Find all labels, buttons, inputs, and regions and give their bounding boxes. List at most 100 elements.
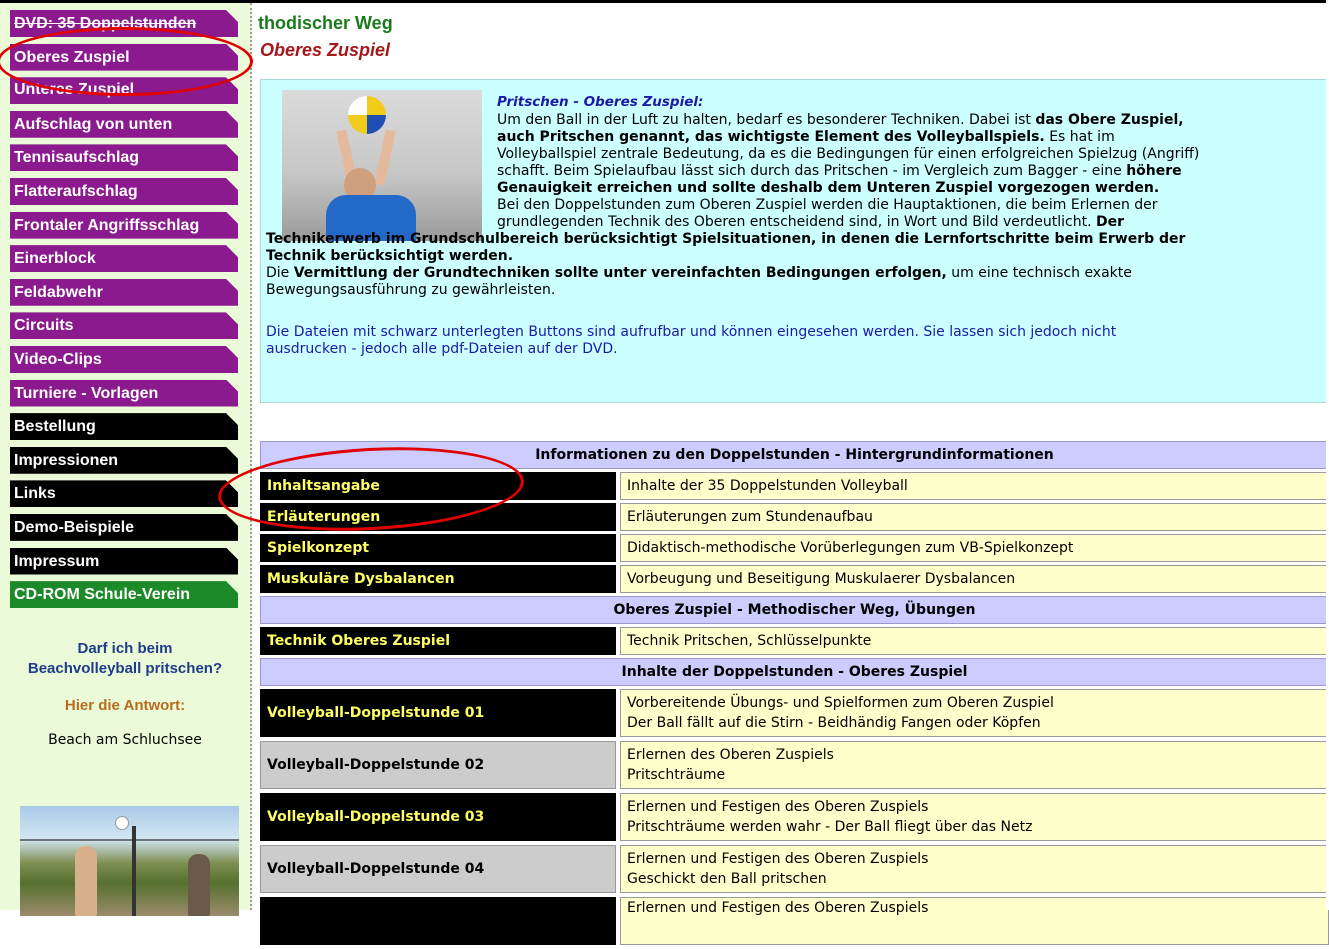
volleyball-shape xyxy=(348,96,386,134)
nav-item-aufschlag-von-unten[interactable]: Aufschlag von unten xyxy=(10,110,238,138)
nav-item-flatteraufschlag[interactable]: Flatteraufschlag xyxy=(10,177,238,205)
info-line: Bewegungsausführung zu gewährleisten. xyxy=(266,282,556,298)
table-row: Volleyball-Doppelstunde 01 Vorbereitende… xyxy=(260,689,1329,737)
table-cell-description: Erlernen und Festigen des Oberen Zuspiel… xyxy=(620,845,1329,893)
cell-text: Erlernen und Festigen des Oberen Zuspiel… xyxy=(627,900,929,916)
info-line: Technik berücksichtigt werden. xyxy=(266,248,513,265)
nav-item-tennisaufschlag[interactable]: Tennisaufschlag xyxy=(10,144,238,172)
table-row: Erlernen und Festigen des Oberen Zuspiel… xyxy=(260,897,1329,945)
net-shape xyxy=(20,839,239,841)
table-section-header: Inhalte der Doppelstunden - Oberes Zuspi… xyxy=(260,658,1329,686)
technik-oberes-zuspiel-button[interactable]: Technik Oberes Zuspiel xyxy=(260,627,616,655)
doppelstunde-02-button: Volleyball-Doppelstunde 02 xyxy=(260,741,616,789)
table-section-header: Informationen zu den Doppelstunden - Hin… xyxy=(260,441,1329,469)
cell-text: Pritschträume werden wahr - Der Ball fli… xyxy=(627,819,1033,835)
nav-item-bestellung[interactable]: Bestellung xyxy=(10,413,238,441)
player-shape xyxy=(188,854,210,916)
cell-text: Inhalte der 35 Doppelstunden Volleyball xyxy=(627,478,908,494)
nav-item-feldabwehr[interactable]: Feldabwehr xyxy=(10,278,238,306)
info-text: Die xyxy=(266,265,294,281)
info-line: Bei den Doppelstunden zum Oberen Zuspiel… xyxy=(497,197,1158,213)
muskulaere-dysbalancen-button[interactable]: Muskuläre Dysbalancen xyxy=(260,565,616,593)
cell-text: Der Ball fällt auf die Stirn - Beidhändi… xyxy=(627,715,1041,731)
nav-item-cd-rom-schule-verein[interactable]: CD-ROM Schule-Verein xyxy=(10,581,238,609)
table-cell-description: Inhalte der 35 Doppelstunden Volleyball xyxy=(620,472,1329,500)
nav-item-links[interactable]: Links xyxy=(10,480,238,508)
main-content: thodischer Weg Oberes Zuspiel Pritschen … xyxy=(258,0,1329,945)
table-row: Volleyball-Doppelstunde 03 Erlernen und … xyxy=(260,793,1329,841)
nav-item-frontaler-angriffsschlag[interactable]: Frontaler Angriffsschlag xyxy=(10,211,238,239)
info-line: Technikerwerb im Grundschulbereich berüc… xyxy=(266,231,1185,248)
nav-item-impressum[interactable]: Impressum xyxy=(10,547,238,575)
inhaltsangabe-button[interactable]: Inhaltsangabe xyxy=(260,472,616,500)
info-line: grundlegenden Technik des Oberen entsche… xyxy=(497,214,1124,231)
info-note: ausdrucken - jedoch alle pdf-Dateien auf… xyxy=(266,341,618,357)
table-cell-description: Vorbeugung und Beseitigung Muskulaerer D… xyxy=(620,565,1329,593)
cell-text: Didaktisch-methodische Vorüberlegungen z… xyxy=(627,540,1074,556)
table-row: Erläuterungen Erläuterungen zum Stundena… xyxy=(260,503,1329,531)
nav-item-demo-beispiele[interactable]: Demo-Beispiele xyxy=(10,513,238,541)
lesson-table: Informationen zu den Doppelstunden - Hin… xyxy=(260,441,1329,949)
info-note: Die Dateien mit schwarz unterlegten Butt… xyxy=(266,324,1117,340)
nav-item-video-clips[interactable]: Video-Clips xyxy=(10,345,238,373)
promo-answer-label: Hier die Antwort: xyxy=(64,697,186,714)
table-row: Volleyball-Doppelstunde 02 Erlernen des … xyxy=(260,741,1329,789)
info-text: schafft. Beim Spielaufbau lässt sich dur… xyxy=(497,163,1127,179)
nav-item-dvd-35-doppelstunden[interactable]: DVD: 35 Doppelstunden xyxy=(10,10,238,37)
cell-text: Technik Pritschen, Schlüsselpunkte xyxy=(627,633,872,649)
nav-list: DVD: 35 Doppelstunden Oberes Zuspiel Unter… xyxy=(0,10,250,615)
info-line: schafft. Beim Spielaufbau lässt sich dur… xyxy=(497,163,1182,180)
info-text: Um den Ball in der Luft zu halten, bedar… xyxy=(497,112,1036,128)
sidebar: DVD: 35 Doppelstunden Oberes Zuspiel Unter… xyxy=(0,3,252,910)
table-cell-description: Erlernen des Oberen Zuspiels Pritschträu… xyxy=(620,741,1329,789)
volleyball-player-photo xyxy=(282,90,482,241)
cell-text: Vorbeugung und Beseitigung Muskulaerer D… xyxy=(627,571,1016,587)
nav-item-unteres-zuspiel[interactable]: Unteres Zuspiel xyxy=(10,77,238,105)
player-shape xyxy=(75,846,97,916)
nav-item-turniere-vorlagen[interactable]: Turniere - Vorlagen xyxy=(10,379,238,407)
table-cell-description: Erlernen und Festigen des Oberen Zuspiel… xyxy=(620,897,1329,945)
info-text: grundlegenden Technik des Oberen entsche… xyxy=(497,214,1097,230)
info-bold-text: Genauigkeit erreichen und sollte deshalb… xyxy=(497,180,1160,196)
table-row: Inhaltsangabe Inhalte der 35 Doppelstund… xyxy=(260,472,1329,500)
info-line: Die Vermittlung der Grundtechniken sollt… xyxy=(266,265,1132,282)
info-bold-text: auch Pritschen genannt, das wichtigste E… xyxy=(497,129,1045,145)
info-bold-text: Technik berücksichtigt werden. xyxy=(266,248,514,264)
beach-volleyball-photo[interactable] xyxy=(20,806,239,916)
nav-item-circuits[interactable]: Circuits xyxy=(10,312,238,340)
arm-shape xyxy=(374,129,396,186)
info-bold-text: Der xyxy=(1096,214,1125,230)
doppelstunde-04-button: Volleyball-Doppelstunde 04 xyxy=(260,845,616,893)
info-bold-text: Technikerwerb im Grundschulbereich berüc… xyxy=(266,231,1186,247)
table-cell-description: Vorbereitende Übungs- und Spielformen zu… xyxy=(620,689,1329,737)
promo-box: Darf ich beim Beachvolleyball pritschen?… xyxy=(0,639,250,748)
erlaeuterungen-button[interactable]: Erläuterungen xyxy=(260,503,616,531)
info-title: Pritschen - Oberes Zuspiel: xyxy=(497,94,704,110)
info-text: um eine technisch exakte xyxy=(946,265,1132,281)
table-cell-description: Erlernen und Festigen des Oberen Zuspiel… xyxy=(620,793,1329,841)
table-cell-description: Erläuterungen zum Stundenaufbau xyxy=(620,503,1329,531)
cell-text: Vorbereitende Übungs- und Spielformen zu… xyxy=(627,695,1054,711)
info-line: Um den Ball in der Luft zu halten, bedar… xyxy=(497,112,1184,129)
cell-text: Erläuterungen zum Stundenaufbau xyxy=(627,509,873,525)
cell-text: Erlernen des Oberen Zuspiels xyxy=(627,747,834,763)
table-row: Technik Oberes Zuspiel Technik Pritschen… xyxy=(260,627,1329,655)
table-row: Spielkonzept Didaktisch-methodische Vorü… xyxy=(260,534,1329,562)
nav-item-oberes-zuspiel[interactable]: Oberes Zuspiel xyxy=(10,43,238,71)
spielkonzept-button[interactable]: Spielkonzept xyxy=(260,534,616,562)
promo-question-link[interactable]: Darf ich beim Beachvolleyball pritschen? xyxy=(25,639,225,679)
table-row: Volleyball-Doppelstunde 04 Erlernen und … xyxy=(260,845,1329,893)
info-text: Es hat im xyxy=(1044,129,1115,145)
cell-text: Pritschträume xyxy=(627,767,726,783)
nav-item-einerblock[interactable]: Einerblock xyxy=(10,245,238,273)
nav-item-impressionen[interactable]: Impressionen xyxy=(10,446,238,474)
doppelstunde-05-button[interactable] xyxy=(260,897,616,945)
info-line: Genauigkeit erreichen und sollte deshalb… xyxy=(497,180,1159,197)
promo-place-label: Beach am Schluchsee xyxy=(48,732,202,748)
cell-text: Erlernen und Festigen des Oberen Zuspiel… xyxy=(627,799,929,815)
doppelstunde-01-button[interactable]: Volleyball-Doppelstunde 01 xyxy=(260,689,616,737)
doppelstunde-03-button[interactable]: Volleyball-Doppelstunde 03 xyxy=(260,793,616,841)
table-cell-description: Didaktisch-methodische Vorüberlegungen z… xyxy=(620,534,1329,562)
info-box: Pritschen - Oberes Zuspiel: Um den Ball … xyxy=(260,79,1329,403)
ball-shape xyxy=(115,816,129,830)
